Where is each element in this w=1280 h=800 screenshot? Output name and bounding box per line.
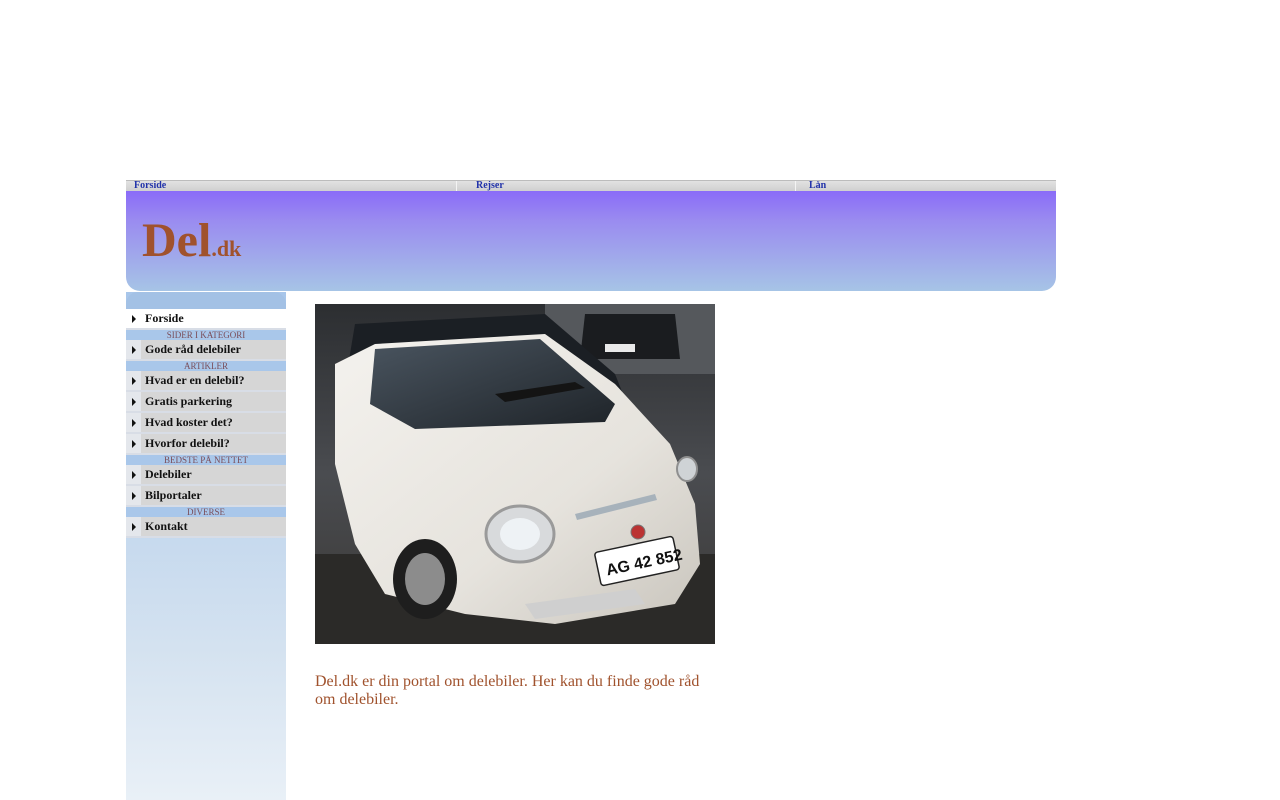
arrow-right-icon xyxy=(131,522,136,531)
car-photo-illustration: AG 42 852 xyxy=(315,304,715,644)
logo-extension-text: .dk xyxy=(211,236,242,261)
sidebar-item-label: Hvad er en delebil? xyxy=(141,371,286,390)
sidebar-item-label: Hvorfor delebil? xyxy=(141,434,286,453)
arrow-right-icon xyxy=(131,376,136,385)
arrow-right-icon-wrap xyxy=(126,517,141,536)
arrow-right-icon xyxy=(131,491,136,500)
arrow-right-icon xyxy=(131,470,136,479)
hero-car-photo: AG 42 852 xyxy=(315,304,715,644)
sidebar-item-label: Kontakt xyxy=(141,517,286,536)
top-nav-link-laan[interactable]: Lån xyxy=(796,181,1056,191)
arrow-right-icon xyxy=(131,439,136,448)
sidebar-item-label: Bilportaler xyxy=(141,486,286,505)
sidebar-item-label: Forside xyxy=(141,309,286,328)
arrow-right-icon xyxy=(131,314,136,323)
sidebar-item-hvad-koster-det[interactable]: Hvad koster det? xyxy=(126,413,286,434)
sidebar-item-label: Delebiler xyxy=(141,465,286,484)
sidebar: Forside SIDER I KATEGORI Gode råd delebile… xyxy=(126,292,286,800)
top-nav-link-rejser[interactable]: Rejser xyxy=(457,181,796,191)
arrow-right-icon xyxy=(131,418,136,427)
sidebar-category-label: SIDER I KATEGORI xyxy=(126,330,286,340)
arrow-right-icon-wrap xyxy=(126,392,141,411)
sidebar-item-bilportaler[interactable]: Bilportaler xyxy=(126,486,286,507)
top-navigation: Forside Rejser Lån xyxy=(126,180,1056,191)
arrow-right-icon-wrap xyxy=(126,486,141,505)
arrow-right-icon-wrap xyxy=(126,465,141,484)
arrow-right-icon-wrap xyxy=(126,371,141,390)
site-logo[interactable]: Del.dk xyxy=(142,215,241,267)
sidebar-category-label: BEDSTE PÅ NETTET xyxy=(126,455,286,465)
header-banner: Del.dk xyxy=(126,191,1056,291)
arrow-right-icon-wrap xyxy=(126,413,141,432)
sidebar-item-label: Gratis parkering xyxy=(141,392,286,411)
sidebar-item-hvad-er-en-delebil[interactable]: Hvad er en delebil? xyxy=(126,371,286,392)
arrow-right-icon-wrap xyxy=(126,434,141,453)
sidebar-item-gode-råd-delebiler[interactable]: Gode råd delebiler xyxy=(126,340,286,361)
sidebar-item-delebiler[interactable]: Delebiler xyxy=(126,465,286,486)
sidebar-item-gratis-parkering[interactable]: Gratis parkering xyxy=(126,392,286,413)
sidebar-item-hvorfor-delebil[interactable]: Hvorfor delebil? xyxy=(126,434,286,455)
logo-main-text: Del xyxy=(142,214,212,267)
sidebar-item-label: Gode råd delebiler xyxy=(141,340,286,359)
arrow-right-icon-wrap xyxy=(126,340,141,359)
sidebar-category-label: ARTIKLER xyxy=(126,361,286,371)
arrow-right-icon-wrap xyxy=(126,309,141,328)
sidebar-item-kontakt[interactable]: Kontakt xyxy=(126,517,286,538)
arrow-right-icon xyxy=(131,397,136,406)
top-nav-link-forside[interactable]: Forside xyxy=(126,181,457,191)
sidebar-item-label: Hvad koster det? xyxy=(141,413,286,432)
sidebar-cap xyxy=(126,292,286,309)
sidebar-menu: Forside SIDER I KATEGORI Gode råd delebile… xyxy=(126,309,286,538)
sidebar-category-label: DIVERSE xyxy=(126,507,286,517)
arrow-right-icon xyxy=(131,345,136,354)
intro-text: Del.dk er din portal om delebiler. Her k… xyxy=(315,673,700,708)
sidebar-item-forside[interactable]: Forside xyxy=(126,309,286,330)
